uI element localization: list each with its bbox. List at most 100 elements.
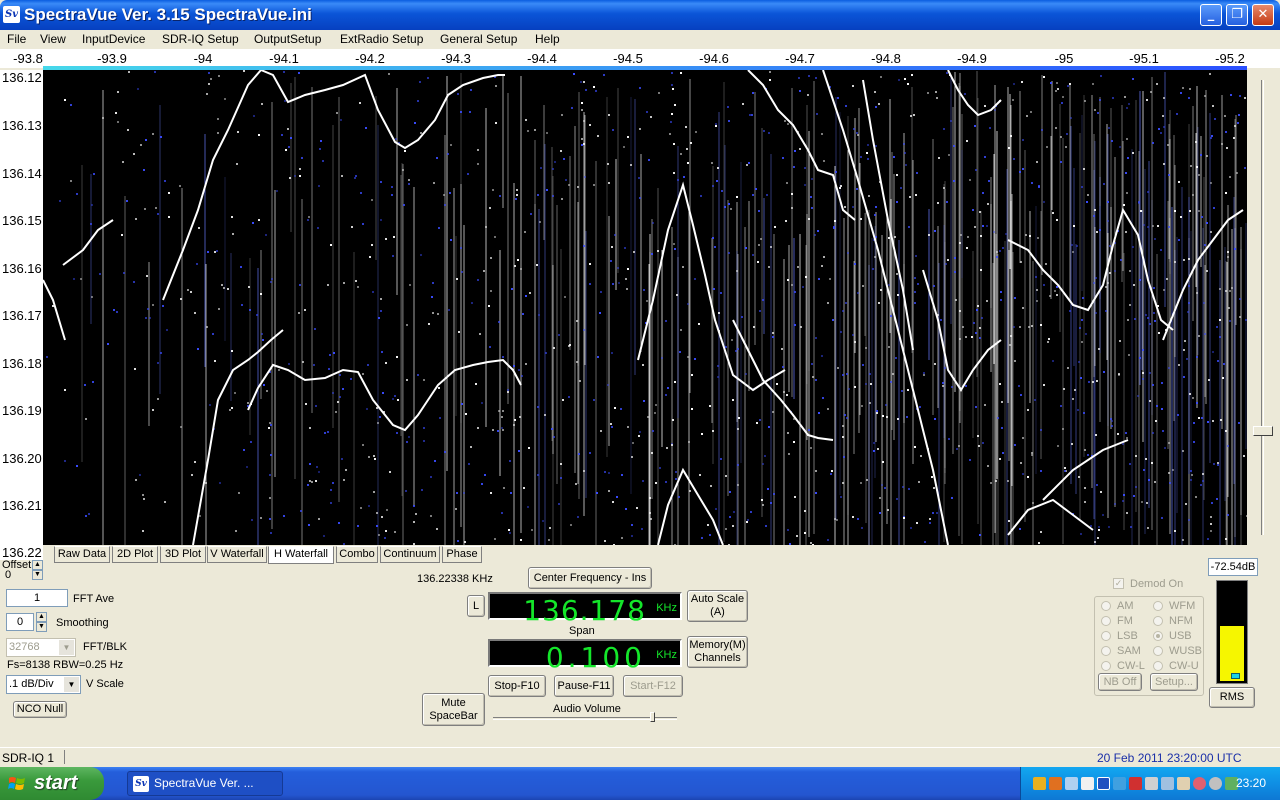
fft-ave-input[interactable]: 1 bbox=[6, 589, 68, 607]
waterfall-speck bbox=[231, 216, 233, 218]
waterfall-speck bbox=[1128, 103, 1130, 105]
menu-help[interactable]: Help bbox=[535, 32, 560, 46]
tab-3d-plot[interactable]: 3D Plot bbox=[160, 546, 206, 563]
fft-blk-select[interactable]: 32768 ▼ bbox=[6, 638, 76, 657]
start-button[interactable]: start bbox=[0, 767, 104, 800]
tray-wireless-icon[interactable] bbox=[1065, 777, 1078, 790]
tray-bluetooth-icon[interactable] bbox=[1097, 777, 1110, 790]
memory-channels-button[interactable]: Memory(M) Channels bbox=[687, 636, 748, 668]
waterfall-display[interactable] bbox=[43, 70, 1247, 545]
tray-clock-sync-icon[interactable] bbox=[1209, 777, 1222, 790]
span-display[interactable]: 0.100 KHz bbox=[488, 639, 682, 674]
waterfall-speck bbox=[701, 433, 703, 435]
spin-down-icon[interactable]: ▼ bbox=[32, 570, 43, 580]
waterfall-speck bbox=[996, 256, 998, 258]
close-button[interactable]: ✕ bbox=[1252, 4, 1274, 26]
nb-off-button[interactable]: NB Off bbox=[1098, 673, 1142, 691]
menu-sdr-iq-setup[interactable]: SDR-IQ Setup bbox=[162, 32, 239, 46]
waterfall-speck bbox=[1198, 335, 1200, 337]
title-bar[interactable]: Sv SpectraVue Ver. 3.15 SpectraVue.ini _… bbox=[0, 0, 1280, 30]
start-button[interactable]: Start-F12 bbox=[623, 675, 683, 697]
frequency-display[interactable]: 136.178 KHz bbox=[488, 592, 682, 627]
stop-button[interactable]: Stop-F10 bbox=[488, 675, 546, 697]
mode-lsb-radio[interactable] bbox=[1101, 631, 1111, 641]
mute-button[interactable]: Mute SpaceBar bbox=[422, 693, 485, 726]
chevron-down-icon[interactable]: ▼ bbox=[59, 640, 74, 655]
audio-volume-slider[interactable] bbox=[493, 712, 677, 722]
tab-phase[interactable]: Phase bbox=[442, 546, 482, 563]
volume-thumb[interactable] bbox=[650, 712, 655, 722]
smoothing-input[interactable]: 0 bbox=[6, 613, 34, 631]
mode-wfm-radio[interactable] bbox=[1153, 601, 1163, 611]
waterfall-speck bbox=[1055, 90, 1057, 92]
waterfall-speck bbox=[725, 346, 727, 348]
demod-checkbox[interactable]: ✓ bbox=[1113, 578, 1124, 589]
spin-up-icon[interactable]: ▲ bbox=[36, 612, 47, 622]
tab-h-waterfall[interactable]: H Waterfall bbox=[268, 546, 334, 564]
spin-up-icon[interactable]: ▲ bbox=[32, 560, 43, 570]
menu-outputsetup[interactable]: OutputSetup bbox=[254, 32, 321, 46]
mode-fm-radio[interactable] bbox=[1101, 616, 1111, 626]
tray-update-icon[interactable] bbox=[1193, 777, 1206, 790]
waterfall-speck bbox=[580, 81, 582, 83]
waterfall-speck bbox=[122, 161, 124, 163]
waterfall-speck bbox=[403, 204, 405, 206]
auto-scale-button[interactable]: Auto Scale (A) bbox=[687, 590, 748, 622]
freq-tick: -95.2 bbox=[1215, 51, 1245, 66]
waterfall-speck bbox=[916, 522, 918, 524]
pause-button[interactable]: Pause-F11 bbox=[554, 675, 614, 697]
waterfall-speck bbox=[341, 175, 343, 177]
waterfall-speck bbox=[402, 169, 404, 171]
tray-network-icon[interactable] bbox=[1033, 777, 1046, 790]
tab-raw-data[interactable]: Raw Data bbox=[54, 546, 110, 563]
rms-button[interactable]: RMS bbox=[1209, 687, 1255, 708]
waterfall-speck bbox=[102, 117, 104, 119]
nco-null-button[interactable]: NCO Null bbox=[13, 701, 67, 718]
waterfall-speck bbox=[935, 91, 937, 93]
tray-volume-icon[interactable] bbox=[1081, 777, 1094, 790]
offset-spinner[interactable]: ▲ ▼ bbox=[32, 560, 43, 580]
smoothing-spinner[interactable]: ▲ ▼ bbox=[36, 612, 47, 632]
waterfall-speck bbox=[433, 182, 435, 184]
mode-sam-radio[interactable] bbox=[1101, 646, 1111, 656]
setup-button[interactable]: Setup... bbox=[1150, 673, 1198, 691]
slider-thumb[interactable] bbox=[1253, 426, 1273, 436]
tab-2d-plot[interactable]: 2D Plot bbox=[112, 546, 158, 563]
menu-inputdevice[interactable]: InputDevice bbox=[82, 32, 145, 46]
contrast-slider[interactable] bbox=[1249, 70, 1277, 545]
center-frequency-button[interactable]: Center Frequency - Ins bbox=[528, 567, 652, 589]
menu-extradio-setup[interactable]: ExtRadio Setup bbox=[340, 32, 423, 46]
tray-security-icon[interactable] bbox=[1129, 777, 1142, 790]
taskbar-app-button[interactable]: Sv SpectraVue Ver. ... bbox=[127, 771, 283, 796]
menu-view[interactable]: View bbox=[40, 32, 66, 46]
tab-combo[interactable]: Combo bbox=[336, 546, 378, 563]
tray-display-icon[interactable] bbox=[1113, 777, 1126, 790]
spin-down-icon[interactable]: ▼ bbox=[36, 622, 47, 632]
chevron-down-icon[interactable]: ▼ bbox=[64, 677, 79, 692]
mode-cwl-radio[interactable] bbox=[1101, 661, 1111, 671]
waterfall-speck bbox=[1126, 138, 1128, 140]
mode-wusb-radio[interactable] bbox=[1153, 646, 1163, 656]
mode-usb-radio[interactable] bbox=[1153, 631, 1163, 641]
waterfall-speck bbox=[712, 185, 714, 187]
vscale-select[interactable]: .1 dB/Div ▼ bbox=[6, 675, 81, 694]
minimize-button[interactable]: _ bbox=[1200, 4, 1222, 26]
maximize-button[interactable]: ❐ bbox=[1226, 4, 1248, 26]
waterfall-speck bbox=[91, 296, 93, 298]
tray-app-icon[interactable] bbox=[1049, 777, 1062, 790]
tray-connection-icon[interactable] bbox=[1161, 777, 1174, 790]
offset-value[interactable]: 0 bbox=[5, 569, 30, 583]
menu-general-setup[interactable]: General Setup bbox=[440, 32, 517, 46]
waterfall-speck bbox=[658, 92, 660, 94]
lock-button[interactable]: L bbox=[467, 595, 485, 617]
tab-continuum[interactable]: Continuum bbox=[380, 546, 440, 563]
waterfall-speck bbox=[414, 122, 416, 124]
waterfall-speck bbox=[1114, 503, 1116, 505]
mode-cwu-radio[interactable] bbox=[1153, 661, 1163, 671]
mode-nfm-radio[interactable] bbox=[1153, 616, 1163, 626]
tray-printer-icon[interactable] bbox=[1145, 777, 1158, 790]
tray-device-icon[interactable] bbox=[1177, 777, 1190, 790]
tab-v-waterfall[interactable]: V Waterfall bbox=[207, 546, 267, 563]
mode-am-radio[interactable] bbox=[1101, 601, 1111, 611]
menu-file[interactable]: File bbox=[7, 32, 26, 46]
